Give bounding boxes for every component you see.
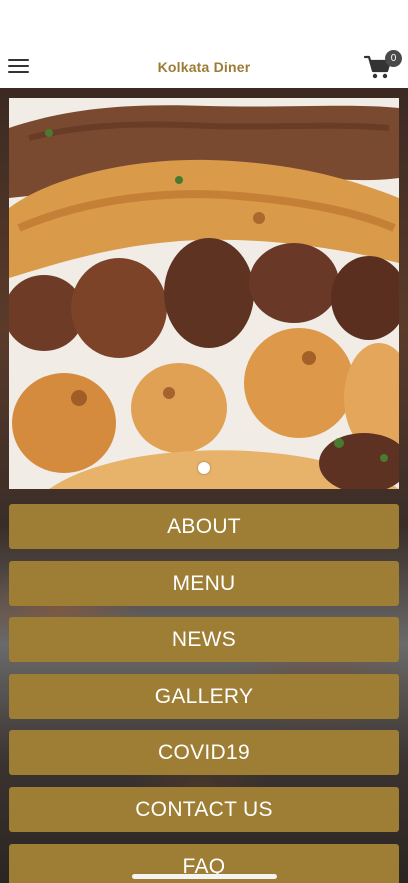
cart-button[interactable]: 0 (364, 48, 402, 84)
carousel-dot[interactable] (198, 462, 210, 474)
gallery-button[interactable]: GALLERY (9, 674, 399, 719)
app-title: Kolkata Diner (157, 59, 251, 75)
menu-button[interactable]: MENU (9, 561, 399, 606)
hamburger-menu-icon[interactable] (8, 58, 29, 75)
cart-count-badge: 0 (385, 50, 402, 67)
kebab-platter-image (9, 98, 399, 489)
contact-us-button[interactable]: CONTACT US (9, 787, 399, 832)
app-header: Kolkata Diner 0 (0, 46, 408, 88)
about-button[interactable]: ABOUT (9, 504, 399, 549)
news-button[interactable]: NEWS (9, 617, 399, 662)
hero-image-carousel[interactable] (9, 98, 399, 489)
home-indicator (132, 874, 277, 879)
status-bar (0, 0, 408, 46)
covid19-button[interactable]: COVID19 (9, 730, 399, 775)
